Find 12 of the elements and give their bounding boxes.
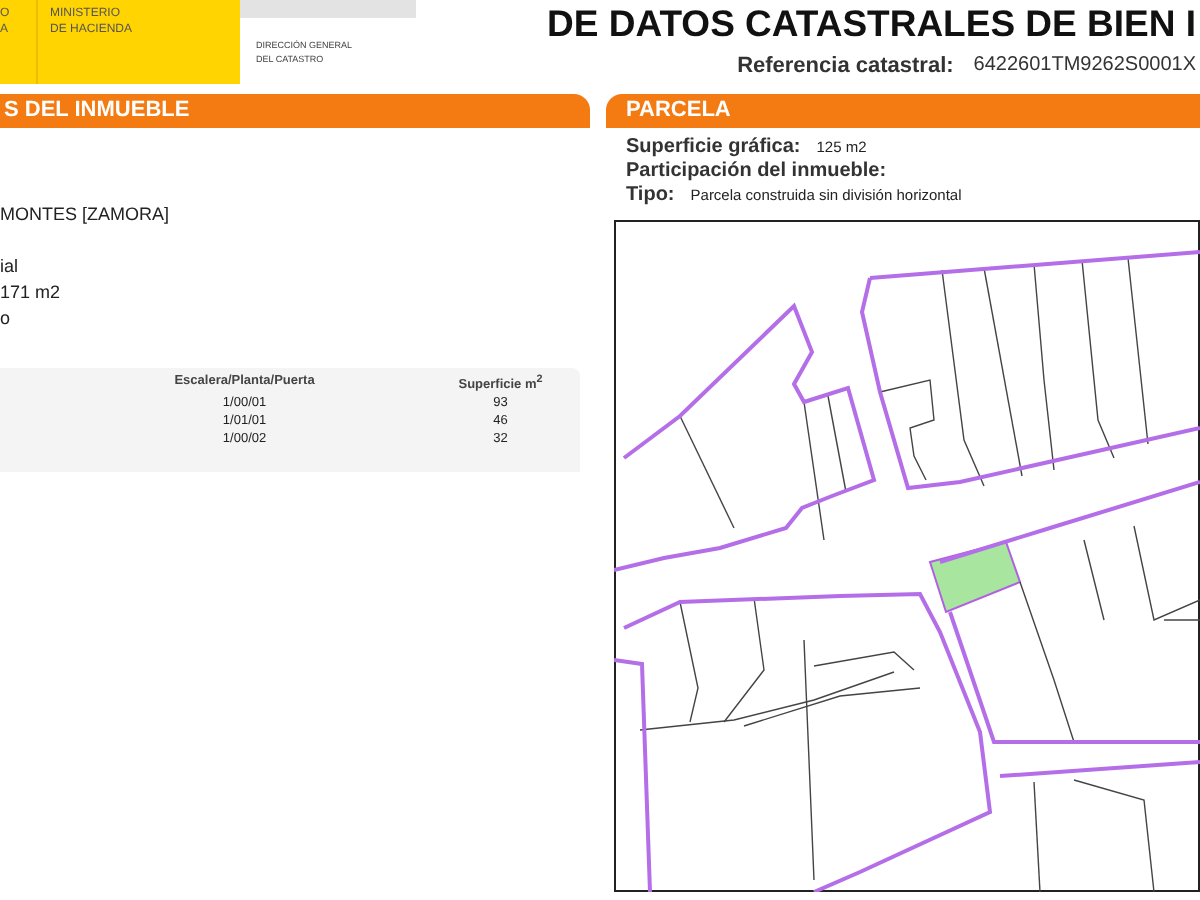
reference-value: 6422601TM9262S0001X	[973, 54, 1196, 78]
field-label: Superficie gráfica:	[626, 136, 801, 158]
section-heading: PARCELA	[606, 94, 1200, 128]
section-heading: S DEL INMUEBLE	[0, 94, 590, 128]
field-label: Participación del inmueble:	[626, 160, 887, 182]
property-detail: 171 m2	[0, 280, 63, 306]
field-label: Tipo:	[626, 184, 675, 206]
property-detail: MONTES [ZAMORA]	[0, 202, 172, 228]
property-detail: o	[0, 306, 13, 332]
reference-label: Referencia catastral:	[737, 54, 954, 78]
property-detail: ial	[0, 254, 21, 280]
document-title: DE DATOS CATASTRALES DE BIEN I	[547, 0, 1196, 46]
